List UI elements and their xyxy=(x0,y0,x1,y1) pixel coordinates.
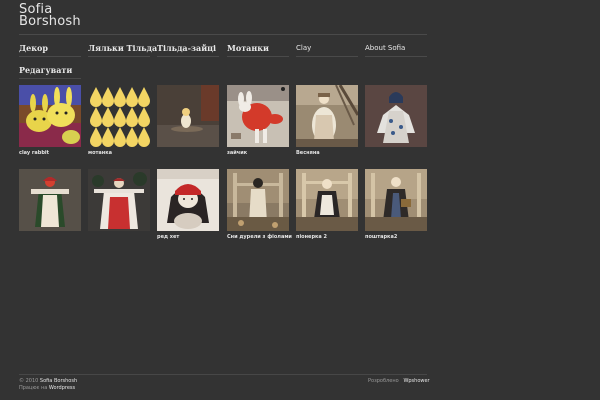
postwoman-doll-photo xyxy=(365,169,427,231)
nav-underline xyxy=(227,56,289,57)
red-hat-doll-photo xyxy=(157,169,219,231)
footer-divider xyxy=(19,374,427,375)
nav-underline xyxy=(19,78,81,79)
gallery-thumb-red-hat[interactable] xyxy=(157,169,219,231)
powered-text: Працює на xyxy=(19,385,48,391)
footer-copyright: © 2010 Sofia Borshosh xyxy=(19,378,77,384)
copyright-text: © 2010 xyxy=(19,378,39,384)
nav-item-clay[interactable]: Clay xyxy=(296,44,311,60)
gallery-caption[interactable]: поштарка2 xyxy=(365,234,397,240)
nav-underline xyxy=(157,56,219,57)
pioneer-doll-photo xyxy=(296,169,358,231)
nav-item-about-sofia[interactable]: About Sofia xyxy=(365,44,405,60)
footer-owner-link[interactable]: Sofia Borshosh xyxy=(40,378,77,384)
gallery-thumb-bunny[interactable] xyxy=(227,85,289,147)
nav-underline xyxy=(365,56,427,57)
gallery-thumb-vesniana[interactable] xyxy=(296,85,358,147)
doll-on-chair-photo xyxy=(227,169,289,231)
wordpress-link[interactable]: Wordpress xyxy=(49,385,75,391)
red-bunny-photo xyxy=(227,85,289,147)
gallery-thumb-6[interactable] xyxy=(365,85,427,147)
gallery-thumb-sny[interactable] xyxy=(227,169,289,231)
gallery-caption[interactable]: ред хет xyxy=(157,234,179,240)
nav-underline xyxy=(296,56,358,57)
nav-underline xyxy=(88,56,150,57)
yellow-droplets-pattern xyxy=(88,85,150,147)
gallery-thumb-3[interactable] xyxy=(157,85,219,147)
footer-powered: Працює на Wordpress xyxy=(19,385,75,391)
red-white-motanka-photo xyxy=(88,169,150,231)
header-divider xyxy=(19,34,427,35)
gallery-caption[interactable]: Весняна xyxy=(296,150,320,156)
site-title[interactable]: Sofia Borshosh xyxy=(19,3,81,28)
dim-room-doll-photo xyxy=(157,85,219,147)
footer-developed: Розроблено Wpshower xyxy=(368,378,430,384)
gallery-caption[interactable]: піонерка 2 xyxy=(296,234,327,240)
yellow-clay-rabbits-photo xyxy=(19,85,81,147)
gallery-thumb-clay-rabbit[interactable] xyxy=(19,85,81,147)
gallery-thumb-7[interactable] xyxy=(19,169,81,231)
nav-underline xyxy=(19,56,81,57)
gallery-caption[interactable]: зайчик xyxy=(227,150,247,156)
wpshower-link[interactable]: Wpshower xyxy=(403,378,429,384)
gallery-caption[interactable]: мотанка xyxy=(88,150,112,156)
spring-doll-photo xyxy=(296,85,358,147)
gallery-thumb-poshtarka[interactable] xyxy=(365,169,427,231)
developed-text: Розроблено xyxy=(368,378,399,384)
gallery-thumb-motanka[interactable] xyxy=(88,85,150,147)
gallery-thumb-8[interactable] xyxy=(88,169,150,231)
floral-dress-doll-photo xyxy=(365,85,427,147)
gallery-caption[interactable]: clay rabbit xyxy=(19,150,49,156)
gallery-thumb-pionerka[interactable] xyxy=(296,169,358,231)
red-hat-motanka-photo xyxy=(19,169,81,231)
site-title-line2[interactable]: Borshosh xyxy=(19,15,81,28)
gallery-caption[interactable]: Сни дурели з фіолами xyxy=(227,234,292,240)
